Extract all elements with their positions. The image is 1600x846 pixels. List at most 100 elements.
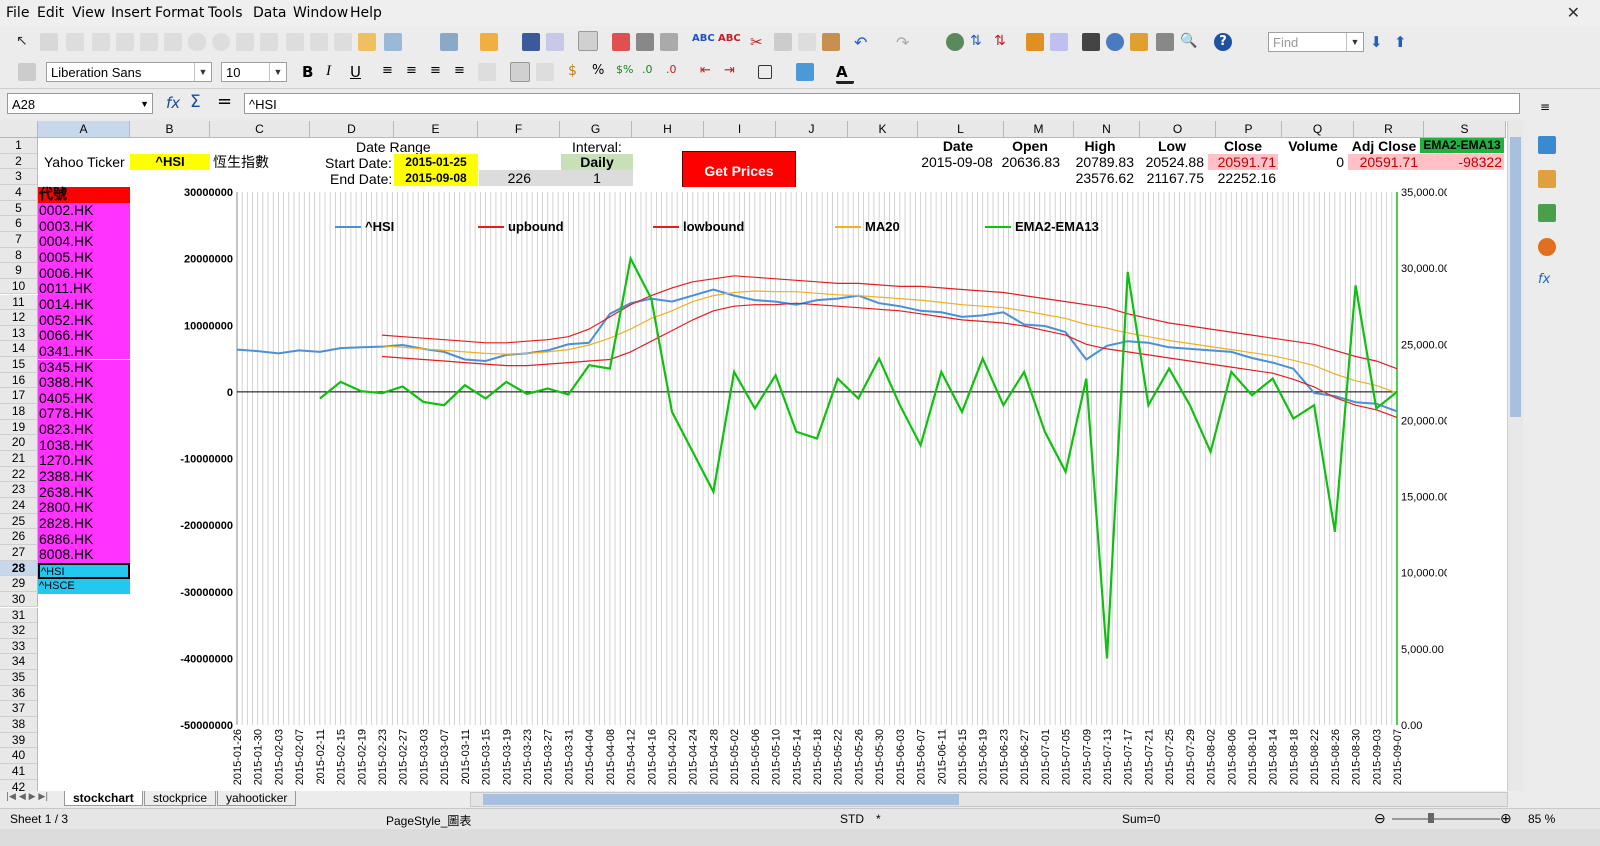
function-wizard-icon[interactable]: fx (166, 94, 180, 112)
print-preview-icon[interactable] (660, 33, 678, 51)
paste-icon[interactable] (798, 33, 816, 51)
align-left-icon[interactable]: ≡ (382, 63, 400, 81)
underline-icon[interactable]: U (350, 63, 368, 81)
font-name-box[interactable]: Liberation Sans ▼ (46, 62, 212, 82)
find-next-icon[interactable]: ⬇ (1370, 33, 1388, 51)
row-header-30[interactable]: 30 (0, 591, 38, 608)
align-center-icon[interactable]: ≡ (406, 63, 424, 81)
column-header-d[interactable]: D (310, 121, 394, 138)
column-header-q[interactable]: Q (1282, 121, 1354, 138)
spellcheck-icon[interactable]: ABC (692, 33, 715, 51)
email-icon[interactable] (546, 33, 564, 51)
decrease-indent-icon[interactable]: ⇤ (700, 63, 718, 81)
day-count-cell[interactable]: 226 (479, 170, 561, 186)
ticker-cell[interactable]: 2388.HK (38, 468, 130, 485)
row-header-39[interactable]: 39 (0, 732, 38, 749)
interval-num-cell[interactable]: 1 (561, 170, 633, 186)
menu-file[interactable]: File (6, 5, 29, 21)
row-header-19[interactable]: 19 (0, 419, 38, 436)
gallery-sidebar-icon[interactable] (1538, 204, 1556, 222)
row-header-25[interactable]: 25 (0, 513, 38, 530)
row-header-16[interactable]: 16 (0, 372, 38, 389)
ticker-cell[interactable]: 0006.HK (38, 265, 130, 282)
edit-mode-icon[interactable] (578, 31, 598, 51)
row-header-27[interactable]: 27 (0, 544, 38, 561)
row-header-42[interactable]: 42 (0, 779, 38, 791)
column-header-l[interactable]: L (918, 121, 1004, 138)
row-header-4[interactable]: 4 (0, 184, 38, 201)
styles-formatting-icon[interactable] (1538, 170, 1556, 188)
row-header-14[interactable]: 14 (0, 341, 38, 358)
column-header-c[interactable]: C (210, 121, 310, 138)
label-control-icon[interactable] (140, 33, 158, 51)
quote-value[interactable]: 20591.71 (1208, 154, 1278, 170)
menu-insert[interactable]: Insert (111, 5, 151, 21)
index-cell[interactable]: ^HSI (38, 562, 130, 579)
button-control-icon[interactable] (188, 33, 206, 51)
find-replace-icon[interactable] (1082, 33, 1100, 51)
chevron-down-icon[interactable]: ▼ (1346, 33, 1363, 51)
ticker-cell[interactable]: 0004.HK (38, 234, 130, 250)
quote-value[interactable]: 20789.83 (1064, 154, 1136, 170)
row-header-31[interactable]: 31 (0, 607, 38, 624)
ticker-cell[interactable]: 8008.HK (38, 547, 130, 563)
row-header-29[interactable]: 29 (0, 576, 38, 592)
tab-yahooticker[interactable]: yahooticker (217, 791, 297, 806)
chevron-down-icon[interactable]: ▼ (194, 63, 211, 81)
row-header-33[interactable]: 33 (0, 638, 38, 655)
zoom-in-icon[interactable]: ⊕ (1500, 810, 1512, 827)
sort-descending-icon[interactable]: ⇅ (994, 33, 1012, 51)
column-header-g[interactable]: G (560, 121, 632, 138)
row-header-13[interactable]: 13 (0, 325, 38, 342)
insert-chart-icon[interactable] (1026, 33, 1044, 51)
font-size-box[interactable]: 10 ▼ (221, 62, 287, 82)
column-header-n[interactable]: N (1074, 121, 1140, 138)
cut-icon[interactable]: ✂ (750, 33, 768, 51)
ticker-cell[interactable]: 0341.HK (38, 343, 130, 360)
quote-value[interactable]: 20636.83 (998, 154, 1062, 170)
find-input[interactable]: Find ▼ (1268, 32, 1364, 52)
autospellcheck-icon[interactable]: ABC (718, 33, 741, 51)
row-header-15[interactable]: 15 (0, 357, 38, 373)
row-header-18[interactable]: 18 (0, 404, 38, 420)
row-header-8[interactable]: 8 (0, 247, 38, 264)
percent-format-icon[interactable]: % (592, 63, 610, 81)
checkbox-control-icon[interactable] (116, 33, 134, 51)
row-header-26[interactable]: 26 (0, 529, 38, 545)
radio-control-icon[interactable] (212, 33, 230, 51)
sum-icon[interactable]: Σ (190, 92, 201, 112)
row-header-3[interactable]: 3 (0, 169, 38, 185)
close-document-icon[interactable]: ✕ (1567, 3, 1580, 22)
quote-value-row3[interactable]: 23576.62 (1064, 170, 1136, 186)
formula-input[interactable]: ^HSI (244, 93, 1520, 114)
name-box[interactable]: A28 ▼ (7, 93, 153, 114)
menu-window[interactable]: Window (293, 5, 348, 21)
data-sources-icon[interactable] (1156, 33, 1174, 51)
row-header-38[interactable]: 38 (0, 717, 38, 733)
ticker-cell[interactable]: 0388.HK (38, 375, 130, 391)
chevron-down-icon[interactable]: ▼ (269, 63, 286, 81)
row-header-9[interactable]: 9 (0, 263, 38, 279)
interval-cell[interactable]: Daily (561, 154, 633, 170)
bold-icon[interactable]: B (302, 63, 320, 81)
column-header-j[interactable]: J (776, 121, 848, 138)
column-header-b[interactable]: B (130, 121, 210, 138)
select-all-corner[interactable] (0, 121, 38, 138)
column-header-p[interactable]: P (1216, 121, 1282, 138)
tab-stockchart[interactable]: stockchart (64, 791, 143, 806)
row-header-21[interactable]: 21 (0, 451, 38, 467)
ticker-cell[interactable]: 2828.HK (38, 515, 130, 532)
column-header-f[interactable]: F (478, 121, 560, 138)
zoom-out-icon[interactable]: ⊖ (1374, 810, 1386, 827)
horizontal-scrollbar[interactable] (470, 792, 1508, 807)
delete-decimal-icon[interactable]: .0 (666, 63, 684, 81)
index-cell[interactable]: ^HSCE (38, 578, 130, 595)
column-header-k[interactable]: K (848, 121, 918, 138)
listbox-control-icon[interactable] (236, 33, 254, 51)
functions-icon[interactable]: fx (1538, 272, 1556, 290)
quote-value-row3[interactable]: 22252.16 (1208, 170, 1278, 186)
column-header-i[interactable]: I (704, 121, 776, 138)
copy-icon[interactable] (774, 33, 792, 51)
ticker-cell[interactable]: 0823.HK (38, 421, 130, 438)
menu-view[interactable]: View (72, 5, 105, 21)
